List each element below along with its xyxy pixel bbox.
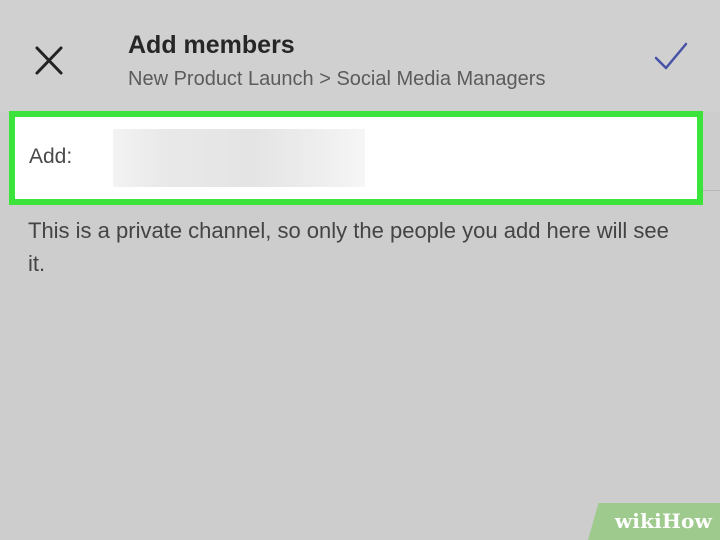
- page-title: Add members: [128, 31, 295, 59]
- private-channel-notice: This is a private channel, so only the p…: [28, 218, 669, 276]
- close-icon[interactable]: [28, 40, 70, 82]
- check-icon[interactable]: [650, 38, 692, 76]
- wikihow-watermark: wikiHow: [588, 503, 720, 540]
- add-label: Add:: [29, 145, 73, 168]
- top-app-bar: Add members New Product Launch > Social …: [0, 0, 720, 112]
- breadcrumb: New Product Launch > Social Media Manage…: [128, 68, 546, 90]
- add-member-input[interactable]: [109, 129, 673, 187]
- add-members-field[interactable]: Add:: [9, 111, 703, 205]
- divider: [703, 190, 720, 191]
- watermark-text: wikiHow: [614, 509, 712, 533]
